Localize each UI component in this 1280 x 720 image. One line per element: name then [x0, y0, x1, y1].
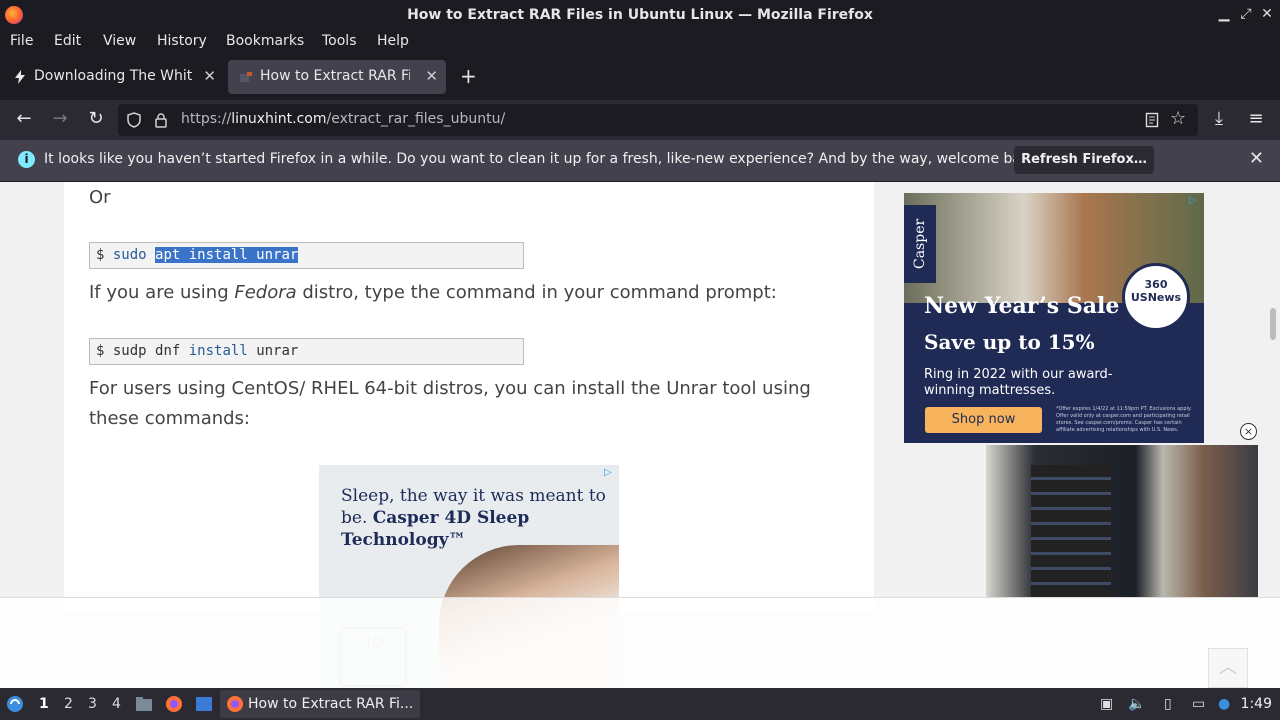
ad-headline: Sleep, the way it was meant to be. Caspe…: [341, 485, 611, 551]
update-notification-icon[interactable]: ●: [1218, 696, 1234, 712]
url-scheme: https://: [181, 111, 232, 127]
notification-close-icon[interactable]: ✕: [1249, 148, 1264, 169]
centos-paragraph: For users using CentOS/ RHEL 64-bit dist…: [89, 378, 811, 429]
adchoices-icon[interactable]: ▷: [604, 467, 616, 478]
menu-bar: File Edit View History Bookmarks Tools H…: [0, 30, 1280, 56]
server-rack-video[interactable]: [986, 445, 1258, 598]
code-word: sudo: [112, 247, 147, 263]
fedora-paragraph: If you are using Fedora distro, type the…: [89, 278, 849, 308]
prompt-symbol: $: [96, 247, 105, 263]
forward-arrow-icon[interactable]: →: [48, 108, 72, 129]
clipboard-icon[interactable]: ▯: [1164, 696, 1180, 712]
tab-label: Downloading The White House: [34, 68, 192, 84]
url-path: /extract_rar_files_ubuntu/: [326, 111, 506, 127]
url-host: linuxhint.com: [231, 111, 327, 127]
linuxhint-favicon-icon: [240, 72, 252, 82]
scroll-to-top-icon[interactable]: ︿: [1208, 648, 1248, 688]
reader-view-icon[interactable]: [1145, 112, 1159, 128]
start-menu-icon[interactable]: [6, 695, 24, 713]
window-titlebar: How to Extract RAR Files in Ubuntu Linux…: [0, 0, 1280, 30]
window-title: How to Extract RAR Files in Ubuntu Linux…: [407, 7, 873, 23]
selected-code-text: apt install unrar: [155, 247, 299, 263]
usnews-badge: 360 USNews: [1122, 263, 1190, 331]
url-text[interactable]: https://linuxhint.com/extract_rar_files_…: [181, 111, 505, 127]
casper-logo: Casper: [904, 205, 936, 283]
taskbar: 1 2 3 4 How to Extract RAR Fi... ▣ 🔈 ▯ ▭…: [0, 688, 1280, 720]
code-block-apt[interactable]: $ sudo apt install unrar: [89, 242, 524, 269]
refresh-firefox-button[interactable]: Refresh Firefox…: [1014, 146, 1154, 174]
prompt-symbol: $: [96, 343, 105, 359]
workspace-4[interactable]: 4: [112, 696, 121, 712]
taskbar-task-firefox[interactable]: How to Extract RAR Fi...: [220, 690, 420, 718]
ad-heading: New Year’s Sale: [924, 293, 1120, 319]
shield-icon[interactable]: [126, 112, 142, 128]
code-block-dnf[interactable]: $ sudp dnf install unrar: [89, 338, 524, 365]
reload-icon[interactable]: ↻: [84, 108, 108, 129]
menu-history[interactable]: History: [157, 33, 207, 49]
task-label: How to Extract RAR Fi...: [248, 696, 414, 712]
menu-tools[interactable]: Tools: [322, 33, 357, 49]
menu-view[interactable]: View: [103, 33, 136, 49]
clock: 1:49: [1240, 696, 1272, 712]
workspace-3[interactable]: 3: [88, 696, 97, 712]
bottom-overlay: [0, 597, 1280, 688]
page-viewport: Or $ sudo apt install unrar If you are u…: [0, 182, 1280, 688]
casper-ad-right[interactable]: Casper 360 USNews New Year’s Sale Save u…: [904, 193, 1204, 443]
lock-icon[interactable]: [154, 112, 168, 128]
ad-subheading: Save up to 15%: [924, 330, 1095, 354]
adchoices-icon[interactable]: ▷: [1189, 195, 1201, 206]
display-icon[interactable]: ▭: [1192, 696, 1208, 712]
network-icon[interactable]: ▣: [1100, 696, 1116, 712]
server-rack-image: [1031, 465, 1111, 598]
ad-body: Ring in 2022 with our award-winning matt…: [924, 367, 1113, 398]
bookmark-star-icon[interactable]: ☆: [1170, 108, 1186, 129]
download-icon[interactable]: ⤓: [1207, 108, 1231, 129]
menu-edit[interactable]: Edit: [54, 33, 81, 49]
code-keyword: install: [188, 343, 248, 359]
shop-now-button[interactable]: Shop now: [925, 407, 1042, 433]
file-manager-icon[interactable]: [135, 695, 153, 713]
menu-file[interactable]: File: [10, 33, 33, 49]
tab-close-icon[interactable]: ✕: [203, 67, 216, 85]
ad-fine-print: *Offer expires 1/4/22 at 11:59pm PT. Exc…: [1056, 406, 1192, 433]
hamburger-menu-icon[interactable]: ≡: [1244, 108, 1268, 129]
new-tab-button[interactable]: +: [460, 64, 477, 88]
notification-bar: i It looks like you haven’t started Fire…: [0, 140, 1280, 182]
fedora-emphasis: Fedora: [234, 282, 297, 303]
or-text: Or: [89, 187, 111, 208]
lightning-icon: [15, 70, 25, 84]
notification-message: It looks like you haven’t started Firefo…: [44, 151, 1043, 167]
code-word: unrar: [256, 343, 299, 359]
tab-close-icon[interactable]: ✕: [425, 67, 438, 85]
code-word: sudp dnf: [112, 343, 181, 359]
tab-extract-rar[interactable]: How to Extract RAR Files in Ubuntu Linux…: [228, 60, 446, 94]
workspace-2[interactable]: 2: [64, 696, 73, 712]
terminal-icon[interactable]: [195, 695, 213, 713]
firefox-launcher-icon[interactable]: [165, 695, 183, 713]
fedora-text-post: distro, type the command in your command…: [296, 282, 777, 303]
tab-label: How to Extract RAR Files in Ubuntu Linux: [260, 68, 410, 84]
tab-bar: Downloading The White House ✕ How to Ext…: [0, 56, 1280, 100]
firefox-icon: [227, 696, 243, 712]
menu-bookmarks[interactable]: Bookmarks: [226, 33, 304, 49]
workspace-1[interactable]: 1: [39, 696, 49, 712]
menu-help[interactable]: Help: [377, 33, 409, 49]
volume-icon[interactable]: 🔈: [1128, 696, 1145, 712]
page-scrollbar[interactable]: [1270, 308, 1276, 340]
article-body: Or $ sudo apt install unrar If you are u…: [64, 182, 874, 688]
tab-downloading[interactable]: Downloading The White House ✕: [2, 60, 224, 94]
nav-bar: ← → ↻ https://linuxhint.com/extract_rar_…: [0, 100, 1280, 140]
minimize-icon[interactable]: ▁: [1215, 6, 1233, 22]
fedora-text-pre: If you are using: [89, 282, 235, 303]
restore-icon[interactable]: ⤢: [1237, 6, 1255, 22]
close-icon[interactable]: ✕: [1258, 6, 1276, 22]
info-icon: i: [18, 151, 35, 168]
url-bar[interactable]: https://linuxhint.com/extract_rar_files_…: [118, 104, 1198, 136]
back-arrow-icon[interactable]: ←: [12, 108, 36, 129]
ad-close-icon[interactable]: ×: [1240, 423, 1257, 440]
